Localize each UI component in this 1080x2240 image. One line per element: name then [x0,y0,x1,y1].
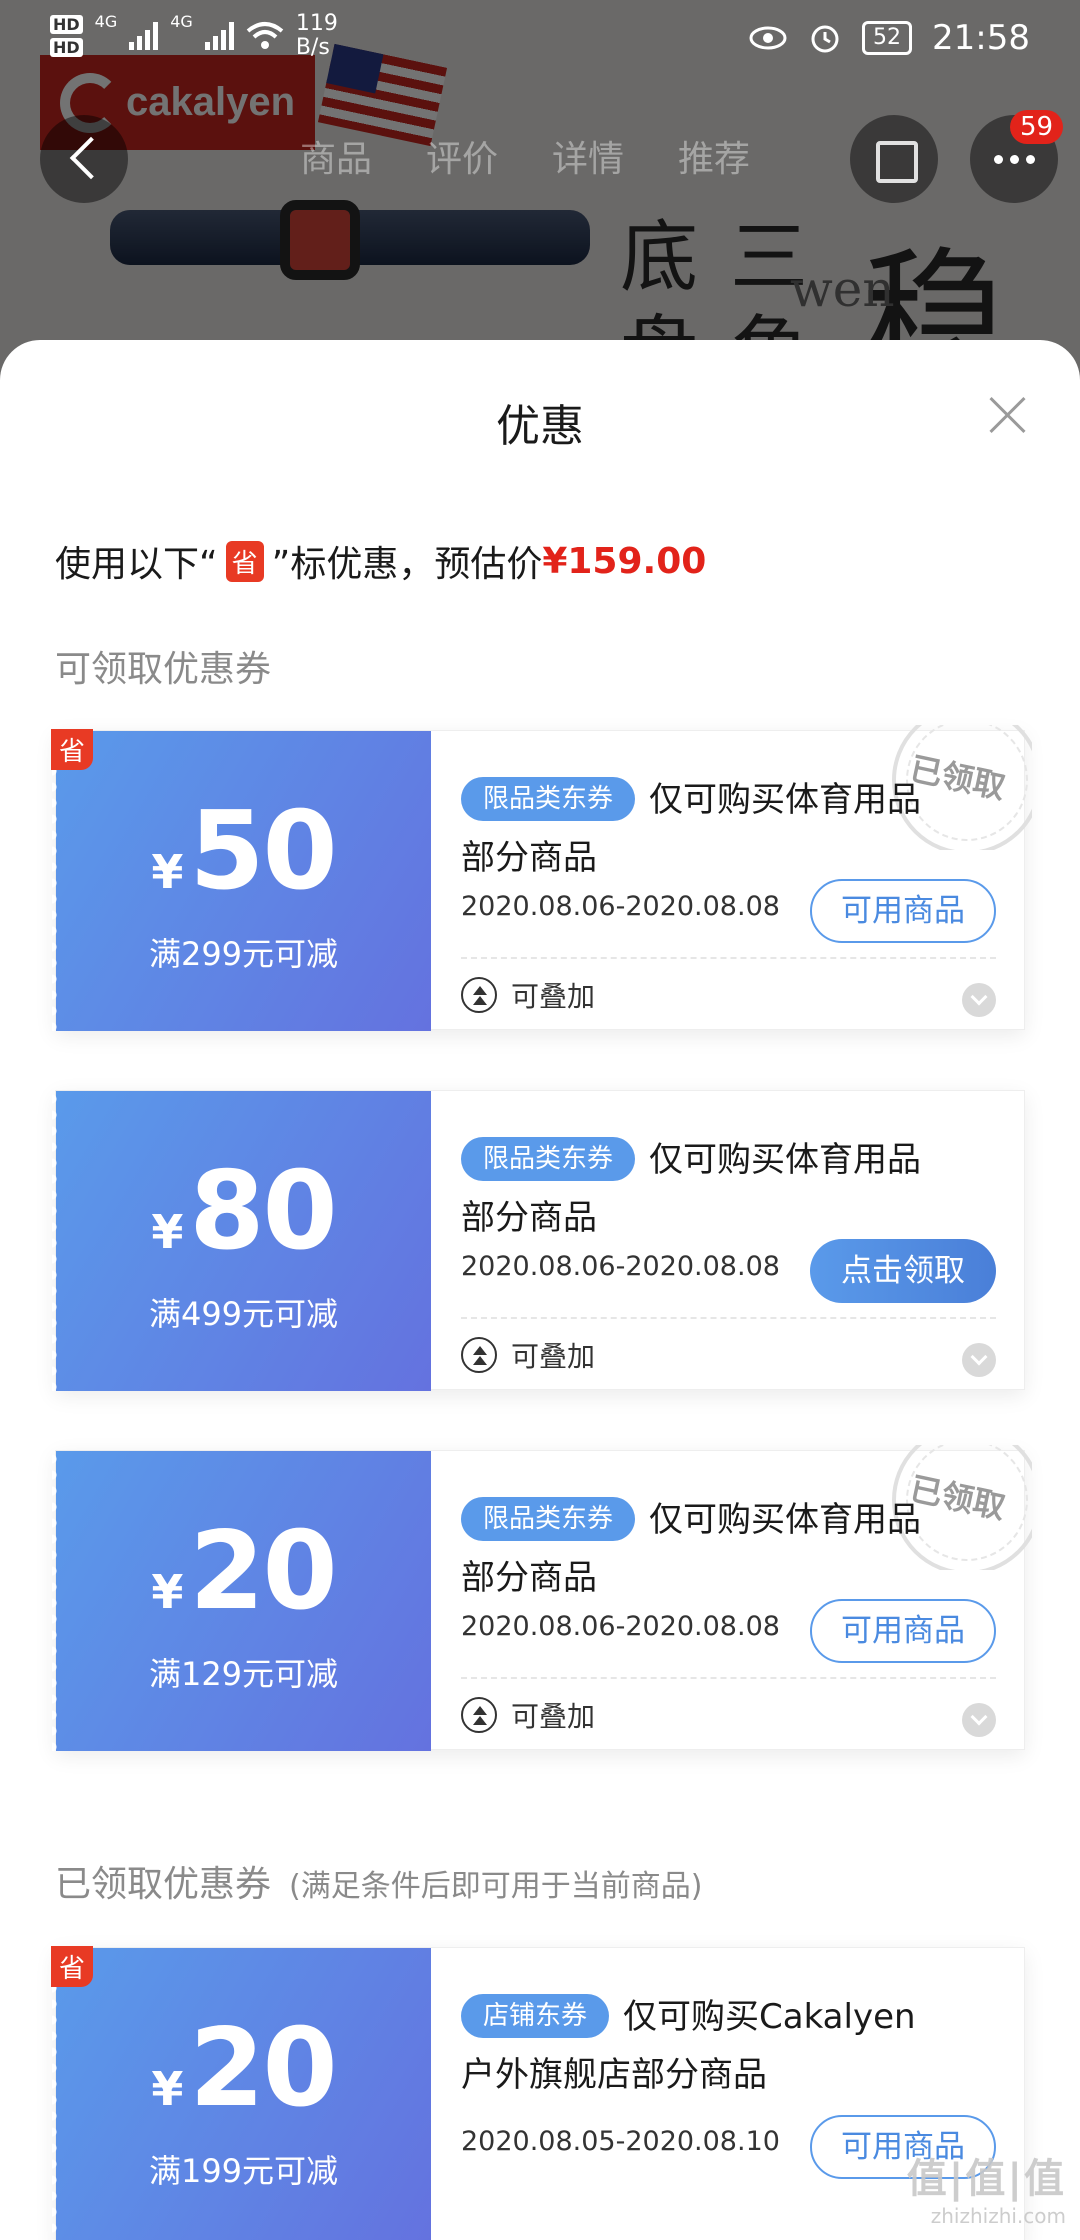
stack-icon [461,1337,497,1373]
estimate-prefix: 使用以下“ [55,544,218,585]
stackable-info: 可叠加 [461,1695,595,1735]
divider [461,957,996,959]
close-button[interactable] [988,395,1028,435]
received-coupons-note: (满足条件后即可用于当前商品) [289,1869,703,1904]
coupon-amount: 80 [189,1149,337,1274]
coupon-card: ¥80 满499元可减 限品类东券 仅可购买体育用品部分商品 2020.08.06… [52,1090,1026,1391]
clock: 21:58 [932,18,1030,58]
hd-indicator-2: HD [50,38,83,57]
divider [461,1677,996,1679]
coupon-info-panel: 已领取 限品类东券 仅可购买体育用品部分商品 2020.08.06-2020.08… [431,725,1032,1031]
usable-products-button[interactable]: 可用商品 [810,1599,996,1663]
coupon-card: ¥20 满129元可减 已领取 限品类东券 仅可购买体育用品部分商品 2020.0… [52,1445,1032,1751]
coupon-info-panel: 已领取 限品类东券 仅可购买体育用品部分商品 2020.08.06-2020.08… [431,1445,1032,1751]
signal-icon [204,22,234,50]
stackable-info: 可叠加 [461,1335,595,1375]
sheng-corner-tag: 省 [51,729,94,770]
tab-reviews[interactable]: 评价 [426,130,498,182]
currency-symbol: ¥ [151,845,184,899]
eye-icon [749,26,787,50]
stackable-info: 可叠加 [461,975,595,1015]
coupon-condition: 满129元可减 [148,1655,339,1693]
sheng-corner-tag: 省 [51,1946,94,1987]
coupon-sheet: 优惠 使用以下“ 省 ”标优惠，预估价 ¥159.00 可领取优惠券 省 ¥50… [0,340,1080,2240]
estimate-suffix: ”标优惠，预估价 [271,544,543,585]
estimate-price-line: 使用以下“ 省 ”标优惠，预估价 ¥159.00 [55,535,706,587]
tab-details[interactable]: 详情 [552,130,624,182]
wifi-icon [246,22,284,49]
tab-product[interactable]: 商品 [300,130,372,182]
stackable-label: 可叠加 [511,980,596,1013]
stackable-label: 可叠加 [511,1340,596,1373]
coupon-amount: 20 [189,1509,337,1634]
expand-icon[interactable] [962,1703,996,1737]
battery-indicator: 52 [862,21,913,55]
coupon-validity: 2020.08.05-2020.08.10 [461,2126,780,2157]
alarm-icon [811,25,839,53]
expand-icon[interactable] [962,1343,996,1377]
coupon-validity: 2020.08.06-2020.08.08 [461,891,780,922]
sheng-tag: 省 [225,540,264,582]
received-coupons-title: 已领取优惠券 (满足条件后即可用于当前商品) [55,1855,702,1907]
usable-products-button[interactable]: 可用商品 [810,879,996,943]
signal-icon [129,22,159,50]
coupon-card: 省 ¥50 满299元可减 已领取 限品类东券 仅可购买体育用品部分商品 2020… [51,725,1032,1031]
coupon-condition: 满199元可减 [148,2152,339,2190]
status-bar: HD HD 4G 4G 119 B/s 52 21:58 [0,0,1080,75]
watermark-logo: 值|值|值 [906,2156,1066,2202]
coupon-value-panel: 省 ¥20 满199元可减 [51,1946,431,2240]
coupon-value-panel: ¥80 满499元可减 [52,1091,431,1391]
coupon-type-tag: 店铺东券 [461,1994,610,2038]
available-coupons-title: 可领取优惠券 [55,649,272,690]
expand-icon[interactable] [962,983,996,1017]
message-count-badge: 59 [1010,110,1064,144]
product-nav-tabs: 商品 评价 详情 推荐 [300,130,750,182]
received-coupons-label: 已领取优惠券 [55,1864,272,1905]
estimate-price: ¥159.00 [542,540,707,582]
coupon-condition: 满299元可减 [148,935,339,973]
coupon-type-tag: 限品类东券 [461,1137,636,1181]
coupon-type-tag: 限品类东券 [461,1497,636,1541]
coupon-condition: 满499元可减 [148,1295,339,1333]
stack-icon [461,977,497,1013]
claim-coupon-button[interactable]: 点击领取 [810,1239,996,1303]
coupon-amount: 20 [189,2006,337,2131]
currency-symbol: ¥ [151,1205,184,1259]
currency-symbol: ¥ [151,1565,184,1619]
coupon-type-tag: 限品类东券 [461,777,636,821]
net-speed-unit: B/s [295,35,330,60]
coupon-validity: 2020.08.06-2020.08.08 [461,1611,780,1642]
coupon-value-panel: ¥20 满129元可减 [52,1451,431,1751]
coupon-value-panel: 省 ¥50 满299元可减 [51,729,431,1031]
share-button[interactable] [850,115,938,203]
sheet-title: 优惠 [496,401,584,452]
tab-recommend[interactable]: 推荐 [678,130,750,182]
divider [461,1317,996,1319]
currency-symbol: ¥ [151,2062,184,2116]
coupon-amount: 50 [189,789,337,914]
net-type-1: 4G [94,12,118,31]
site-watermark: 值|值|值 zhizhizhi.com [907,2146,1066,2228]
stackable-label: 可叠加 [511,1700,596,1733]
back-button[interactable] [40,115,128,203]
hd-indicator-1: HD [50,15,83,34]
stack-icon [461,1697,497,1733]
coupon-card: 省 ¥20 满199元可减 店铺东券 仅可购买Cakalyen户外旗舰店部分商品 … [51,1946,1025,2240]
coupon-info-panel: 限品类东券 仅可购买体育用品部分商品 2020.08.06-2020.08.08 … [431,1091,1026,1391]
net-type-2: 4G [170,12,193,31]
coupon-validity: 2020.08.06-2020.08.08 [461,1251,780,1282]
net-speed-value: 119 [295,11,338,36]
watermark-url: zhizhizhi.com [930,2204,1066,2228]
